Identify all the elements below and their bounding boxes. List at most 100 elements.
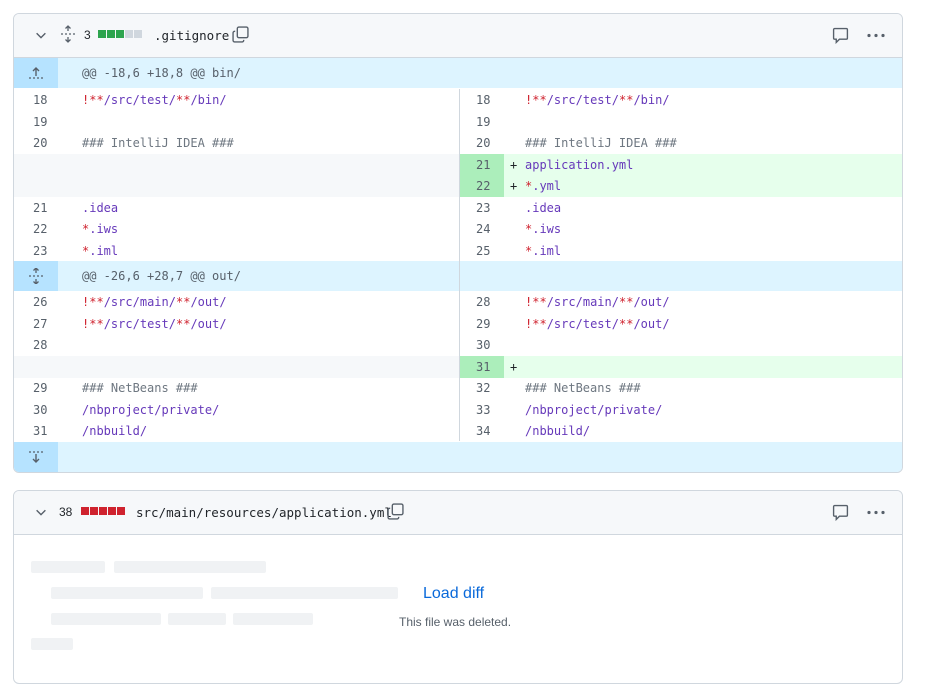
skeleton-line — [233, 613, 313, 625]
expand-up-button[interactable] — [14, 58, 58, 88]
chevron-down-icon[interactable] — [34, 28, 48, 42]
line-number-left[interactable]: 26 — [33, 295, 47, 309]
code-right: !**/src/main/**/out/ — [525, 295, 670, 309]
diff-row: 30/nbproject/private/33/nbproject/privat… — [14, 399, 902, 421]
added-marker: + — [510, 179, 518, 193]
line-number-left[interactable]: 19 — [33, 115, 47, 129]
line-number-right[interactable]: 20 — [476, 136, 490, 150]
diff-row: 21 .idea 23 .idea — [14, 197, 902, 219]
added-code-cell — [504, 356, 902, 378]
expand-both-button[interactable] — [14, 261, 58, 291]
line-number-right[interactable]: 28 — [476, 295, 490, 309]
line-number-right[interactable]: 34 — [476, 424, 490, 438]
file-name[interactable]: .gitignore — [154, 28, 229, 43]
diffstat-block — [125, 30, 133, 38]
change-count: 3 — [84, 28, 91, 42]
copy-icon[interactable] — [387, 503, 404, 520]
line-number-right[interactable]: 25 — [476, 244, 490, 258]
line-number-left[interactable]: 22 — [33, 222, 47, 236]
line-number-right[interactable]: 22 — [476, 179, 490, 193]
line-number-right[interactable]: 23 — [476, 201, 490, 215]
expand-both-icon — [29, 268, 43, 284]
line-number-right[interactable]: 30 — [476, 338, 490, 352]
code-right: !**/src/test/**/bin/ — [525, 93, 670, 107]
diff-row: 28 30 — [14, 334, 902, 356]
added-marker: + — [510, 360, 518, 374]
diffstat-block — [107, 30, 115, 38]
diff-row: 20 ### IntelliJ IDEA ### 20 ### IntelliJ ID… — [14, 132, 902, 154]
line-number-left[interactable]: 21 — [33, 201, 47, 215]
line-number-right[interactable]: 21 — [476, 158, 490, 172]
diff-row: 27 !**/src/test/**/out/29 !**/src/test/**/… — [14, 313, 902, 335]
line-number-left[interactable]: 30 — [33, 403, 47, 417]
line-number-left[interactable]: 18 — [33, 93, 47, 107]
diff-row: 23 *.iml 25 *.iml — [14, 240, 902, 262]
file-application-yml: 38 src/main/resources/application.yml Lo… — [13, 490, 903, 684]
diff-row: 19 19 — [14, 111, 902, 133]
code-left: *.iws — [82, 222, 119, 236]
line-number-left[interactable]: 23 — [33, 244, 47, 258]
file-name[interactable]: src/main/resources/application.yml — [136, 505, 392, 520]
diff-row-added: 31 + — [14, 356, 902, 378]
hunk-header-1: @@ -18,6 +18,8 @@ bin/ — [14, 58, 902, 88]
diffstat-block — [134, 30, 142, 38]
line-number-left[interactable]: 31 — [33, 424, 47, 438]
line-number-right[interactable]: 19 — [476, 115, 490, 129]
line-number-right[interactable]: 31 — [476, 360, 490, 374]
line-number-left[interactable]: 28 — [33, 338, 47, 352]
code-right: *.iws — [525, 222, 562, 236]
expand-down-icon — [29, 451, 43, 463]
empty-left-cell — [14, 175, 459, 197]
code-right: application.yml — [525, 158, 634, 172]
diff-row: 29 ### NetBeans ### 32 ### NetBeans ### — [14, 377, 902, 399]
skeleton-line — [114, 561, 266, 573]
file-header: 38 src/main/resources/application.yml — [14, 491, 902, 535]
hunk-text: @@ -18,6 +18,8 @@ bin/ — [82, 66, 241, 80]
hunk-text: @@ -26,6 +28,7 @@ out/ — [82, 269, 241, 283]
empty-left-cell — [14, 356, 459, 378]
change-count: 38 — [59, 505, 73, 519]
code-left: !**/src/main/**/out/ — [82, 295, 227, 309]
line-number-right[interactable]: 32 — [476, 381, 490, 395]
added-marker: + — [510, 158, 518, 172]
code-left: /nbbuild/ — [82, 424, 148, 438]
skeleton-line — [51, 613, 161, 625]
code-left: !**/src/test/**/out/ — [82, 317, 227, 331]
diff-row: 31/nbbuild/34/nbbuild/ — [14, 420, 902, 442]
diffstat — [98, 30, 142, 38]
code-right: !**/src/test/**/out/ — [525, 317, 670, 331]
diffstat-block — [98, 30, 106, 38]
code-left: !**/src/test/**/bin/ — [82, 93, 227, 107]
comment-icon[interactable] — [832, 504, 849, 521]
expand-up-icon — [29, 67, 43, 79]
line-number-left[interactable]: 27 — [33, 317, 47, 331]
hunk-footer — [14, 442, 902, 472]
code-left: .idea — [82, 201, 119, 215]
split-divider — [459, 89, 460, 441]
kebab-horizontal-icon[interactable] — [866, 504, 886, 521]
code-left: /nbproject/private/ — [82, 403, 220, 417]
code-right: .idea — [525, 201, 562, 215]
line-number-left[interactable]: 29 — [33, 381, 47, 395]
diff-row-added: 21 + application.yml — [14, 154, 902, 176]
diffstat-block — [99, 507, 107, 515]
comment-icon[interactable] — [832, 27, 849, 44]
chevron-down-icon[interactable] — [34, 505, 48, 519]
line-number-left[interactable]: 20 — [33, 136, 47, 150]
diff-row: 26 !**/src/main/**/out/28 !**/src/main/**/… — [14, 291, 902, 313]
kebab-horizontal-icon[interactable] — [866, 27, 886, 44]
expand-all-icon[interactable] — [59, 25, 77, 43]
skeleton-line — [168, 613, 226, 625]
line-number-right[interactable]: 24 — [476, 222, 490, 236]
code-left: ### IntelliJ IDEA ### — [82, 136, 234, 150]
line-number-right[interactable]: 33 — [476, 403, 490, 417]
empty-left-cell — [14, 154, 459, 176]
line-number-right[interactable]: 18 — [476, 93, 490, 107]
line-number-right[interactable]: 29 — [476, 317, 490, 331]
skeleton-line — [31, 561, 105, 573]
diff-row: 18 !**/src/test/**/bin/18 !**/src/test/**/… — [14, 89, 902, 111]
code-right: /nbproject/private/ — [525, 403, 663, 417]
load-diff-link[interactable]: Load diff — [423, 585, 484, 603]
copy-icon[interactable] — [232, 26, 249, 43]
expand-down-button[interactable] — [14, 442, 58, 472]
